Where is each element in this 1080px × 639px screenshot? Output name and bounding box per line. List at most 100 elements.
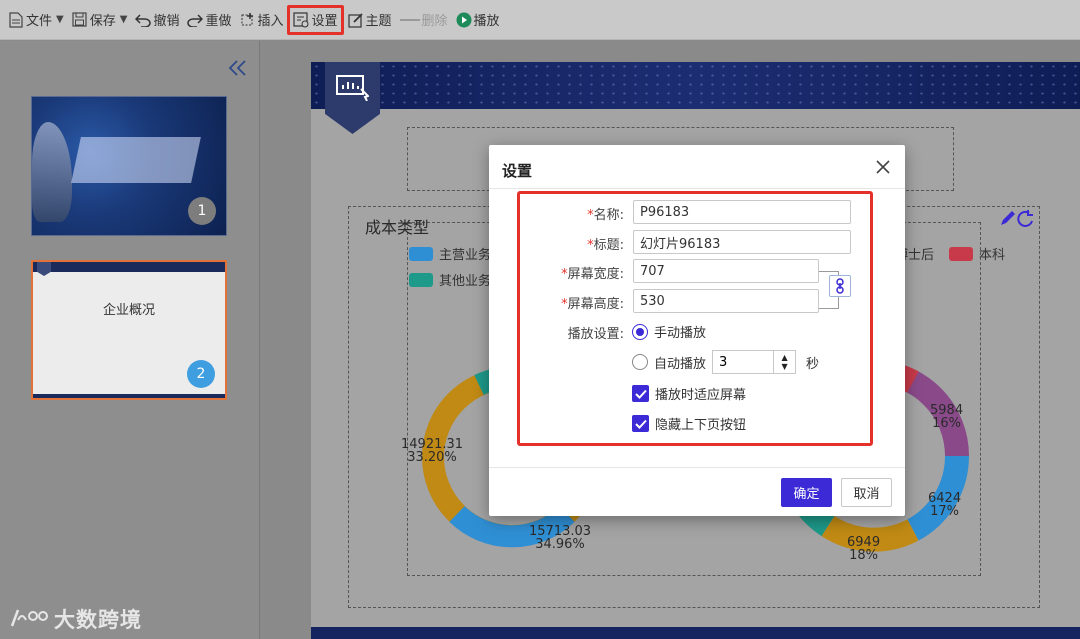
data-percent: 17% — [930, 504, 959, 519]
delete-button[interactable]: 删除 — [396, 6, 452, 34]
legend-item-main[interactable]: 主营业务 — [409, 244, 491, 263]
data-percent: 34.96% — [535, 537, 585, 552]
undo-button[interactable]: 撤销 — [131, 6, 183, 34]
data-label-gold: 14921.31 33.20% — [401, 438, 463, 464]
legend-swatch — [409, 272, 433, 287]
aspect-lock-button[interactable] — [829, 275, 851, 297]
auto-play-seconds-input[interactable] — [712, 350, 775, 374]
chart-title: 成本类型 — [365, 218, 430, 237]
stepper-down-icon[interactable]: ▼ — [781, 362, 787, 371]
save-icon — [72, 12, 88, 28]
watermark-logo-icon — [10, 609, 48, 627]
double-chevron-left-icon[interactable] — [228, 59, 248, 77]
robot-figure-image — [32, 122, 72, 222]
name-field[interactable] — [633, 200, 851, 224]
fit-screen-option[interactable]: 播放时适应屏幕 — [632, 384, 746, 403]
checkbox-checked-icon[interactable] — [632, 385, 649, 402]
bookmark-tag-icon — [37, 262, 51, 276]
auto-play-label: 自动播放 — [654, 356, 707, 372]
settings-label: 设置 — [311, 14, 338, 29]
dialog-footer-divider — [489, 467, 905, 468]
checkbox-checked-icon[interactable] — [632, 415, 649, 432]
legend-label: 其他业务 — [439, 274, 492, 289]
label-text: 屏幕宽度: — [567, 267, 624, 282]
insert-button[interactable]: 插入 — [235, 6, 287, 34]
legend-label: 主营业务 — [439, 248, 492, 263]
screen-height-label: *屏幕高度: — [561, 293, 624, 312]
save-menu[interactable]: 保存 ▼ — [68, 6, 132, 34]
name-label: *名称: — [587, 204, 624, 223]
label-text: 屏幕高度: — [567, 297, 624, 312]
redo-button[interactable]: 重做 — [183, 6, 235, 34]
seconds-stepper[interactable]: ▲ ▼ — [774, 350, 797, 374]
radio-unselected-icon[interactable] — [632, 354, 648, 370]
play-label: 播放 — [473, 14, 500, 29]
settings-dialog: 设置 *名称: *标题: *屏幕宽度: *屏幕高度: 播放设置: 手动播放 自动… — [489, 145, 905, 516]
slide-footer-band — [33, 394, 225, 398]
close-icon[interactable] — [875, 159, 891, 175]
slide-title: 企业概况 — [102, 303, 155, 318]
file-label: 文件 — [26, 14, 53, 29]
delete-label: 删除 — [421, 14, 448, 29]
data-percent: 33.20% — [407, 450, 457, 465]
save-label: 保存 — [89, 14, 116, 29]
data-label-purple: 5984 16% — [930, 404, 963, 430]
hide-nav-buttons-option[interactable]: 隐藏上下页按钮 — [632, 414, 746, 433]
file-menu[interactable]: 文件 ▼ — [4, 6, 68, 34]
theme-label: 主题 — [365, 14, 392, 29]
play-button[interactable]: 播放 — [452, 6, 504, 34]
chevron-down-icon: ▼ — [119, 14, 128, 25]
slide-header-band — [33, 262, 225, 272]
watermark-text: 大数跨境 — [54, 608, 142, 632]
label-text: 名称: — [593, 208, 624, 223]
theme-button[interactable]: 主题 — [344, 6, 396, 34]
data-label-gold: 6949 18% — [847, 536, 880, 562]
undo-label: 撤销 — [153, 14, 180, 29]
settings-button[interactable]: 设置 — [287, 4, 344, 35]
screen-width-label: *屏幕宽度: — [561, 263, 624, 282]
dialog-title: 设置 — [502, 162, 533, 180]
toolbar: 文件 ▼ 保存 ▼ 撤销 重做 插入 设置 主题 删除 播放 — [0, 0, 1080, 40]
redo-label: 重做 — [205, 14, 232, 29]
seconds-unit: 秒 — [806, 356, 820, 372]
data-percent: 18% — [849, 548, 878, 563]
radio-selected-icon[interactable] — [632, 323, 648, 340]
playback-settings-label: 播放设置: — [567, 327, 624, 342]
link-icon — [836, 278, 844, 294]
slide-header-banner — [311, 62, 1080, 109]
data-percent: 16% — [932, 416, 961, 431]
play-icon — [456, 12, 472, 28]
redo-icon — [187, 12, 204, 28]
data-label-blue: 6424 17% — [928, 492, 961, 518]
legend-item-other[interactable]: 其他业务 — [409, 270, 491, 289]
slide-number-badge: 2 — [187, 360, 215, 388]
chart-edit-tools[interactable] — [999, 208, 1035, 228]
manual-play-option[interactable]: 手动播放 — [632, 322, 706, 341]
dialog-header-divider — [489, 188, 905, 189]
chevron-down-icon: ▼ — [56, 14, 64, 25]
confirm-button[interactable]: 确定 — [781, 478, 832, 507]
insert-label: 插入 — [257, 14, 284, 29]
theme-icon — [347, 12, 364, 28]
slide-thumbnail-2[interactable]: 企业概况 2 — [31, 260, 227, 400]
caption-field[interactable] — [633, 230, 851, 254]
label-text: 标题: — [593, 238, 624, 253]
manual-play-label: 手动播放 — [654, 326, 707, 341]
glass-panel-image — [71, 137, 201, 183]
presentation-chart-icon — [336, 75, 370, 102]
legend-item-bachelor[interactable]: 本科 — [949, 244, 1005, 263]
file-icon — [8, 11, 24, 28]
auto-play-option[interactable]: 自动播放 ▲ ▼ 秒 — [632, 350, 819, 374]
cancel-button[interactable]: 取消 — [841, 478, 892, 507]
slide-thumbnail-1[interactable]: 1 — [31, 96, 227, 236]
stepper-up-icon[interactable]: ▲ — [781, 353, 787, 362]
legend-label: 本科 — [979, 248, 1006, 263]
screen-height-field[interactable] — [633, 289, 819, 313]
screen-width-field[interactable] — [633, 259, 819, 283]
slide-footer-band — [311, 627, 1080, 639]
settings-icon — [293, 11, 309, 28]
watermark: 大数跨境 — [8, 604, 142, 634]
legend-swatch — [409, 246, 433, 261]
caption-label: *标题: — [587, 234, 624, 253]
slide-thumbnail-panel: 1 企业概况 2 — [0, 41, 260, 639]
